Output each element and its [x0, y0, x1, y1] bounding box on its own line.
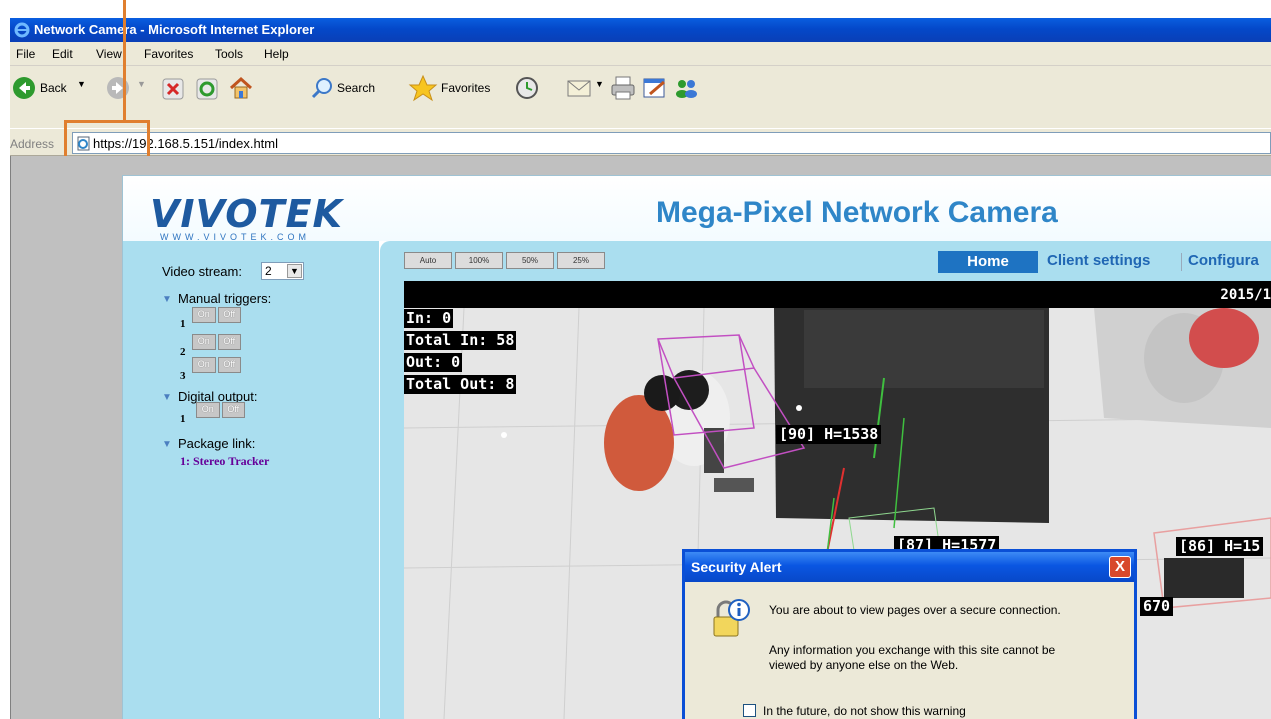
security-alert-dialog: Security Alert X You are about to view p…	[682, 549, 1137, 719]
address-bar: Address https://192.168.5.151/index.html	[10, 128, 1271, 156]
back-arrow-icon[interactable]	[12, 76, 36, 100]
refresh-icon[interactable]	[196, 78, 218, 100]
on-button[interactable]: On	[196, 402, 220, 418]
edit-icon[interactable]	[642, 76, 668, 100]
view-size-25[interactable]: 25%	[557, 252, 605, 269]
dialog-title: Security Alert	[691, 559, 782, 575]
dialog-message-2: Any information you exchange with this s…	[769, 643, 1056, 657]
search-icon[interactable]	[310, 76, 334, 100]
view-size-auto[interactable]: Auto	[404, 252, 452, 269]
off-button[interactable]: Off	[217, 334, 241, 350]
video-timestamp: 2015/1	[1220, 287, 1271, 303]
address-label: Address	[10, 137, 55, 151]
top-navigation: Home Client settings Configura	[938, 251, 1271, 273]
on-button[interactable]: On	[192, 357, 216, 373]
nav-divider	[1181, 253, 1182, 271]
count-out: Out: 0	[404, 353, 463, 372]
address-input[interactable]: https://192.168.5.151/index.html	[72, 132, 1271, 154]
package-link-label[interactable]: Package link:	[178, 436, 255, 451]
count-total-out: Total Out: 8	[404, 375, 517, 394]
nav-home[interactable]: Home	[938, 251, 1038, 273]
on-button[interactable]: On	[192, 334, 216, 350]
search-button[interactable]: Search	[337, 81, 375, 95]
chevron-down-icon[interactable]: ▼	[162, 392, 172, 403]
stop-icon[interactable]	[162, 78, 184, 100]
stereo-tracker-link[interactable]: 1: Stereo Tracker	[180, 454, 269, 469]
browser-toolbar: Back ▼ ▼ Search Favorites ▼	[10, 66, 1271, 128]
menu-tools[interactable]: Tools	[215, 47, 243, 61]
video-stream-value: 2	[265, 264, 272, 278]
back-button[interactable]: Back	[40, 81, 67, 95]
count-total-in: Total In: 58	[404, 331, 517, 350]
page-title: Mega-Pixel Network Camera	[656, 196, 1058, 229]
menu-edit[interactable]: Edit	[52, 47, 73, 61]
history-icon[interactable]	[515, 76, 539, 100]
count-in: In: 0	[404, 309, 454, 328]
do-not-show-checkbox[interactable]	[743, 704, 756, 717]
callout-line	[123, 0, 126, 122]
digital-output-toggle[interactable]: On Off	[196, 402, 245, 418]
chevron-down-icon[interactable]: ▼	[287, 264, 302, 278]
trigger-1-toggle[interactable]: On Off	[192, 307, 241, 323]
dialog-message-3: viewed by anyone else on the Web.	[769, 658, 959, 672]
back-dropdown-icon[interactable]: ▼	[77, 79, 86, 89]
vivotek-logo: VIVOTEK	[150, 192, 343, 236]
menu-help[interactable]: Help	[264, 47, 289, 61]
home-icon[interactable]	[228, 76, 254, 100]
trigger-3-toggle[interactable]: On Off	[192, 357, 241, 373]
video-stream-select[interactable]: 2 ▼	[261, 262, 304, 280]
off-button[interactable]: Off	[217, 357, 241, 373]
digital-output-number: 1	[180, 413, 186, 425]
print-icon[interactable]	[610, 75, 636, 101]
on-button[interactable]: On	[192, 307, 216, 323]
window-title: Network Camera - Microsoft Internet Expl…	[34, 22, 315, 37]
view-size-100[interactable]: 100%	[455, 252, 503, 269]
view-size-50[interactable]: 50%	[506, 252, 554, 269]
dialog-message-1: You are about to view pages over a secur…	[769, 603, 1061, 617]
do-not-show-label[interactable]: In the future, do not show this warning	[763, 704, 966, 718]
video-stream-label: Video stream:	[162, 264, 242, 279]
chevron-down-icon[interactable]: ▼	[162, 294, 172, 305]
messenger-icon[interactable]	[674, 76, 700, 100]
trigger-number: 1	[180, 318, 186, 330]
favorites-star-icon[interactable]	[408, 74, 438, 102]
track-label: [86] H=15	[1176, 537, 1264, 556]
menu-favorites[interactable]: Favorites	[144, 47, 193, 61]
track-label: [90] H=1538	[776, 425, 882, 444]
menu-file[interactable]: File	[16, 47, 35, 61]
trigger-number: 3	[180, 370, 186, 382]
menu-bar: File Edit View Favorites Tools Help	[10, 42, 1271, 66]
off-button[interactable]: Off	[217, 307, 241, 323]
nav-configuration[interactable]: Configura	[1188, 252, 1259, 269]
forward-dropdown-icon[interactable]: ▼	[137, 79, 146, 89]
window-titlebar: Network Camera - Microsoft Internet Expl…	[10, 18, 1271, 42]
mail-dropdown-icon[interactable]: ▼	[595, 79, 604, 89]
track-label: 670	[1140, 597, 1174, 616]
manual-triggers-label[interactable]: Manual triggers:	[178, 291, 271, 306]
ie-logo-icon	[14, 22, 30, 38]
close-icon[interactable]: X	[1109, 556, 1131, 578]
chevron-down-icon[interactable]: ▼	[162, 439, 172, 450]
dialog-titlebar: Security Alert X	[685, 552, 1134, 582]
video-caption-bar: 2015/1	[404, 281, 1271, 308]
forward-arrow-icon[interactable]	[106, 76, 130, 100]
mail-icon[interactable]	[566, 76, 592, 100]
nav-client-settings[interactable]: Client settings	[1047, 252, 1150, 269]
trigger-2-toggle[interactable]: On Off	[192, 334, 241, 350]
menu-view[interactable]: View	[96, 47, 122, 61]
control-sidebar	[123, 241, 379, 719]
lock-info-icon	[713, 599, 750, 637]
screenshot: Network Camera - Microsoft Internet Expl…	[0, 0, 1271, 719]
trigger-number: 2	[180, 346, 186, 358]
off-button[interactable]: Off	[221, 402, 245, 418]
favorites-button[interactable]: Favorites	[441, 81, 490, 95]
